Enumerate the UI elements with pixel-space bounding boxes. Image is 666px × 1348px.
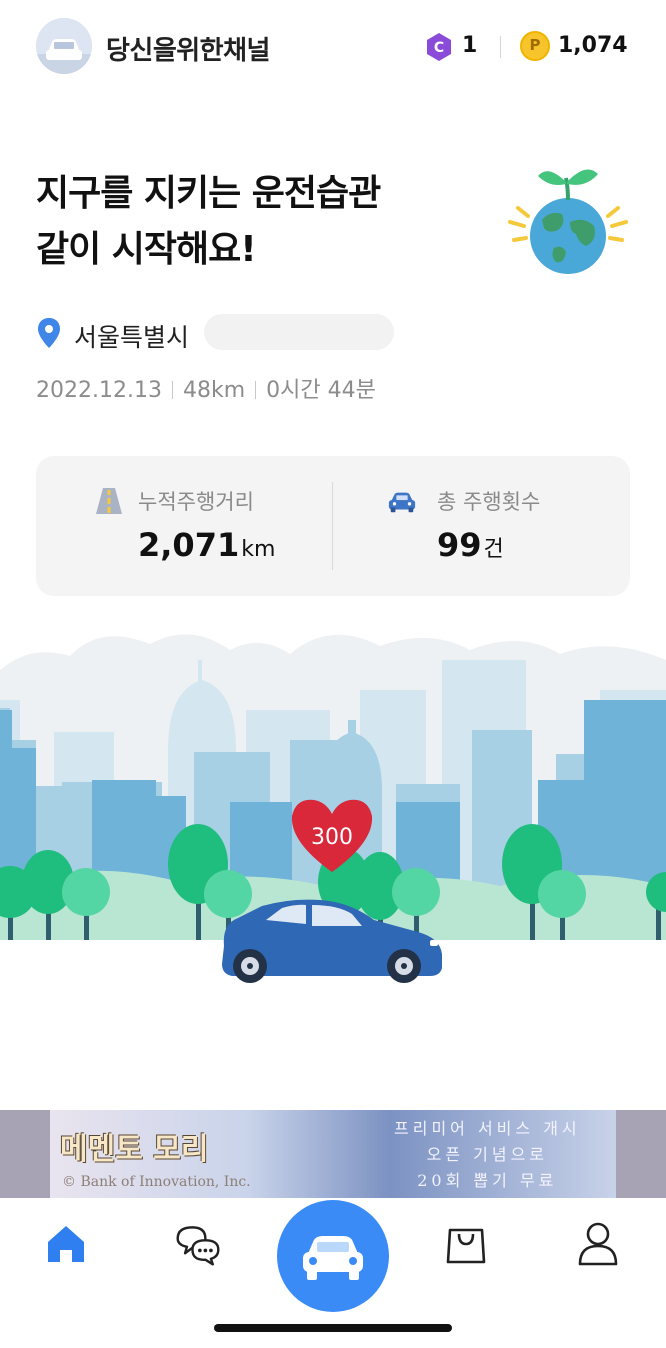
header-divider [500, 36, 501, 58]
c-coin-icon: C [427, 33, 451, 61]
road-icon [96, 488, 122, 514]
trip-distance: 48km [182, 378, 246, 403]
trip-date: 2022.12.13 [36, 378, 162, 403]
total-trips-unit: 건 [483, 537, 504, 562]
home-indicator [214, 1324, 452, 1332]
ad-promo-text: 프리미어 서비스 개시 오픈 기념으로 20회 뽑기 무료 [394, 1116, 581, 1194]
driving-stats-card: 누적주행거리 2,071km 총 주행횟수 99건 [36, 456, 630, 596]
total-distance-unit: km [241, 537, 276, 562]
hero-headline: 지구를 지키는 운전습관 같이 시작해요! [36, 166, 381, 278]
heart-score: 300 [311, 825, 353, 850]
ad-copyright: © Bank of Innovation, Inc. [62, 1174, 251, 1190]
location-text: 서울특별시 [74, 323, 190, 352]
redacted-address [204, 314, 394, 350]
headline-line-1: 지구를 지키는 운전습관 [36, 173, 381, 214]
total-distance-number: 2,071 [138, 526, 240, 564]
earth-sprout-icon [508, 169, 628, 274]
total-trips-stat: 총 주행횟수 99건 [333, 456, 630, 596]
p-coin-icon: P [520, 31, 550, 61]
channel-name[interactable]: 당신을위한채널 [106, 30, 270, 67]
bottom-tab-bar [0, 1198, 666, 1348]
meta-separator [171, 381, 173, 399]
c-coin-count: 1 [462, 33, 478, 58]
total-distance-stat: 누적주행거리 2,071km [36, 456, 333, 596]
total-distance-label: 누적주행거리 [138, 490, 254, 514]
meta-separator [255, 381, 257, 399]
ad-line-2: 오픈 기념으로 [426, 1145, 549, 1164]
car-icon [388, 492, 416, 513]
trip-meta: 2022.12.13 48km 0시간 44분 [36, 372, 376, 404]
total-trips-label: 총 주행횟수 [437, 490, 541, 514]
total-distance-value: 2,071km [138, 526, 275, 564]
chat-icon[interactable] [174, 1220, 222, 1268]
total-trips-value: 99건 [437, 526, 504, 564]
drive-button[interactable] [277, 1200, 389, 1312]
ad-line-1: 프리미어 서비스 개시 [394, 1119, 581, 1138]
ad-line-3: 20회 뽑기 무료 [417, 1171, 558, 1190]
top-header: 당신을위한채널 C 1 P 1,074 [0, 0, 666, 92]
total-trips-number: 99 [437, 526, 482, 564]
car-avatar-icon [36, 18, 92, 74]
shopping-bag-icon[interactable] [442, 1220, 490, 1268]
location-pin-icon [38, 318, 60, 348]
c-coin-symbol: C [434, 40, 444, 56]
ad-artwork[interactable]: 메멘토 모리 © Bank of Innovation, Inc. 프리미어 서… [50, 1110, 616, 1198]
ad-banner[interactable]: 메멘토 모리 © Bank of Innovation, Inc. 프리미어 서… [0, 1110, 666, 1198]
point-balance: 1,074 [558, 33, 628, 58]
p-coin-symbol: P [529, 36, 541, 54]
ad-logo: 메멘토 모리 [60, 1132, 209, 1167]
car-icon [303, 1236, 363, 1280]
city-driving-illustration: 300 [0, 634, 666, 983]
headline-line-2: 같이 시작해요! [36, 229, 257, 270]
home-icon[interactable] [42, 1220, 90, 1268]
trip-duration: 0시간 44분 [266, 378, 376, 403]
channel-avatar[interactable] [36, 18, 92, 74]
profile-icon[interactable] [574, 1218, 622, 1266]
